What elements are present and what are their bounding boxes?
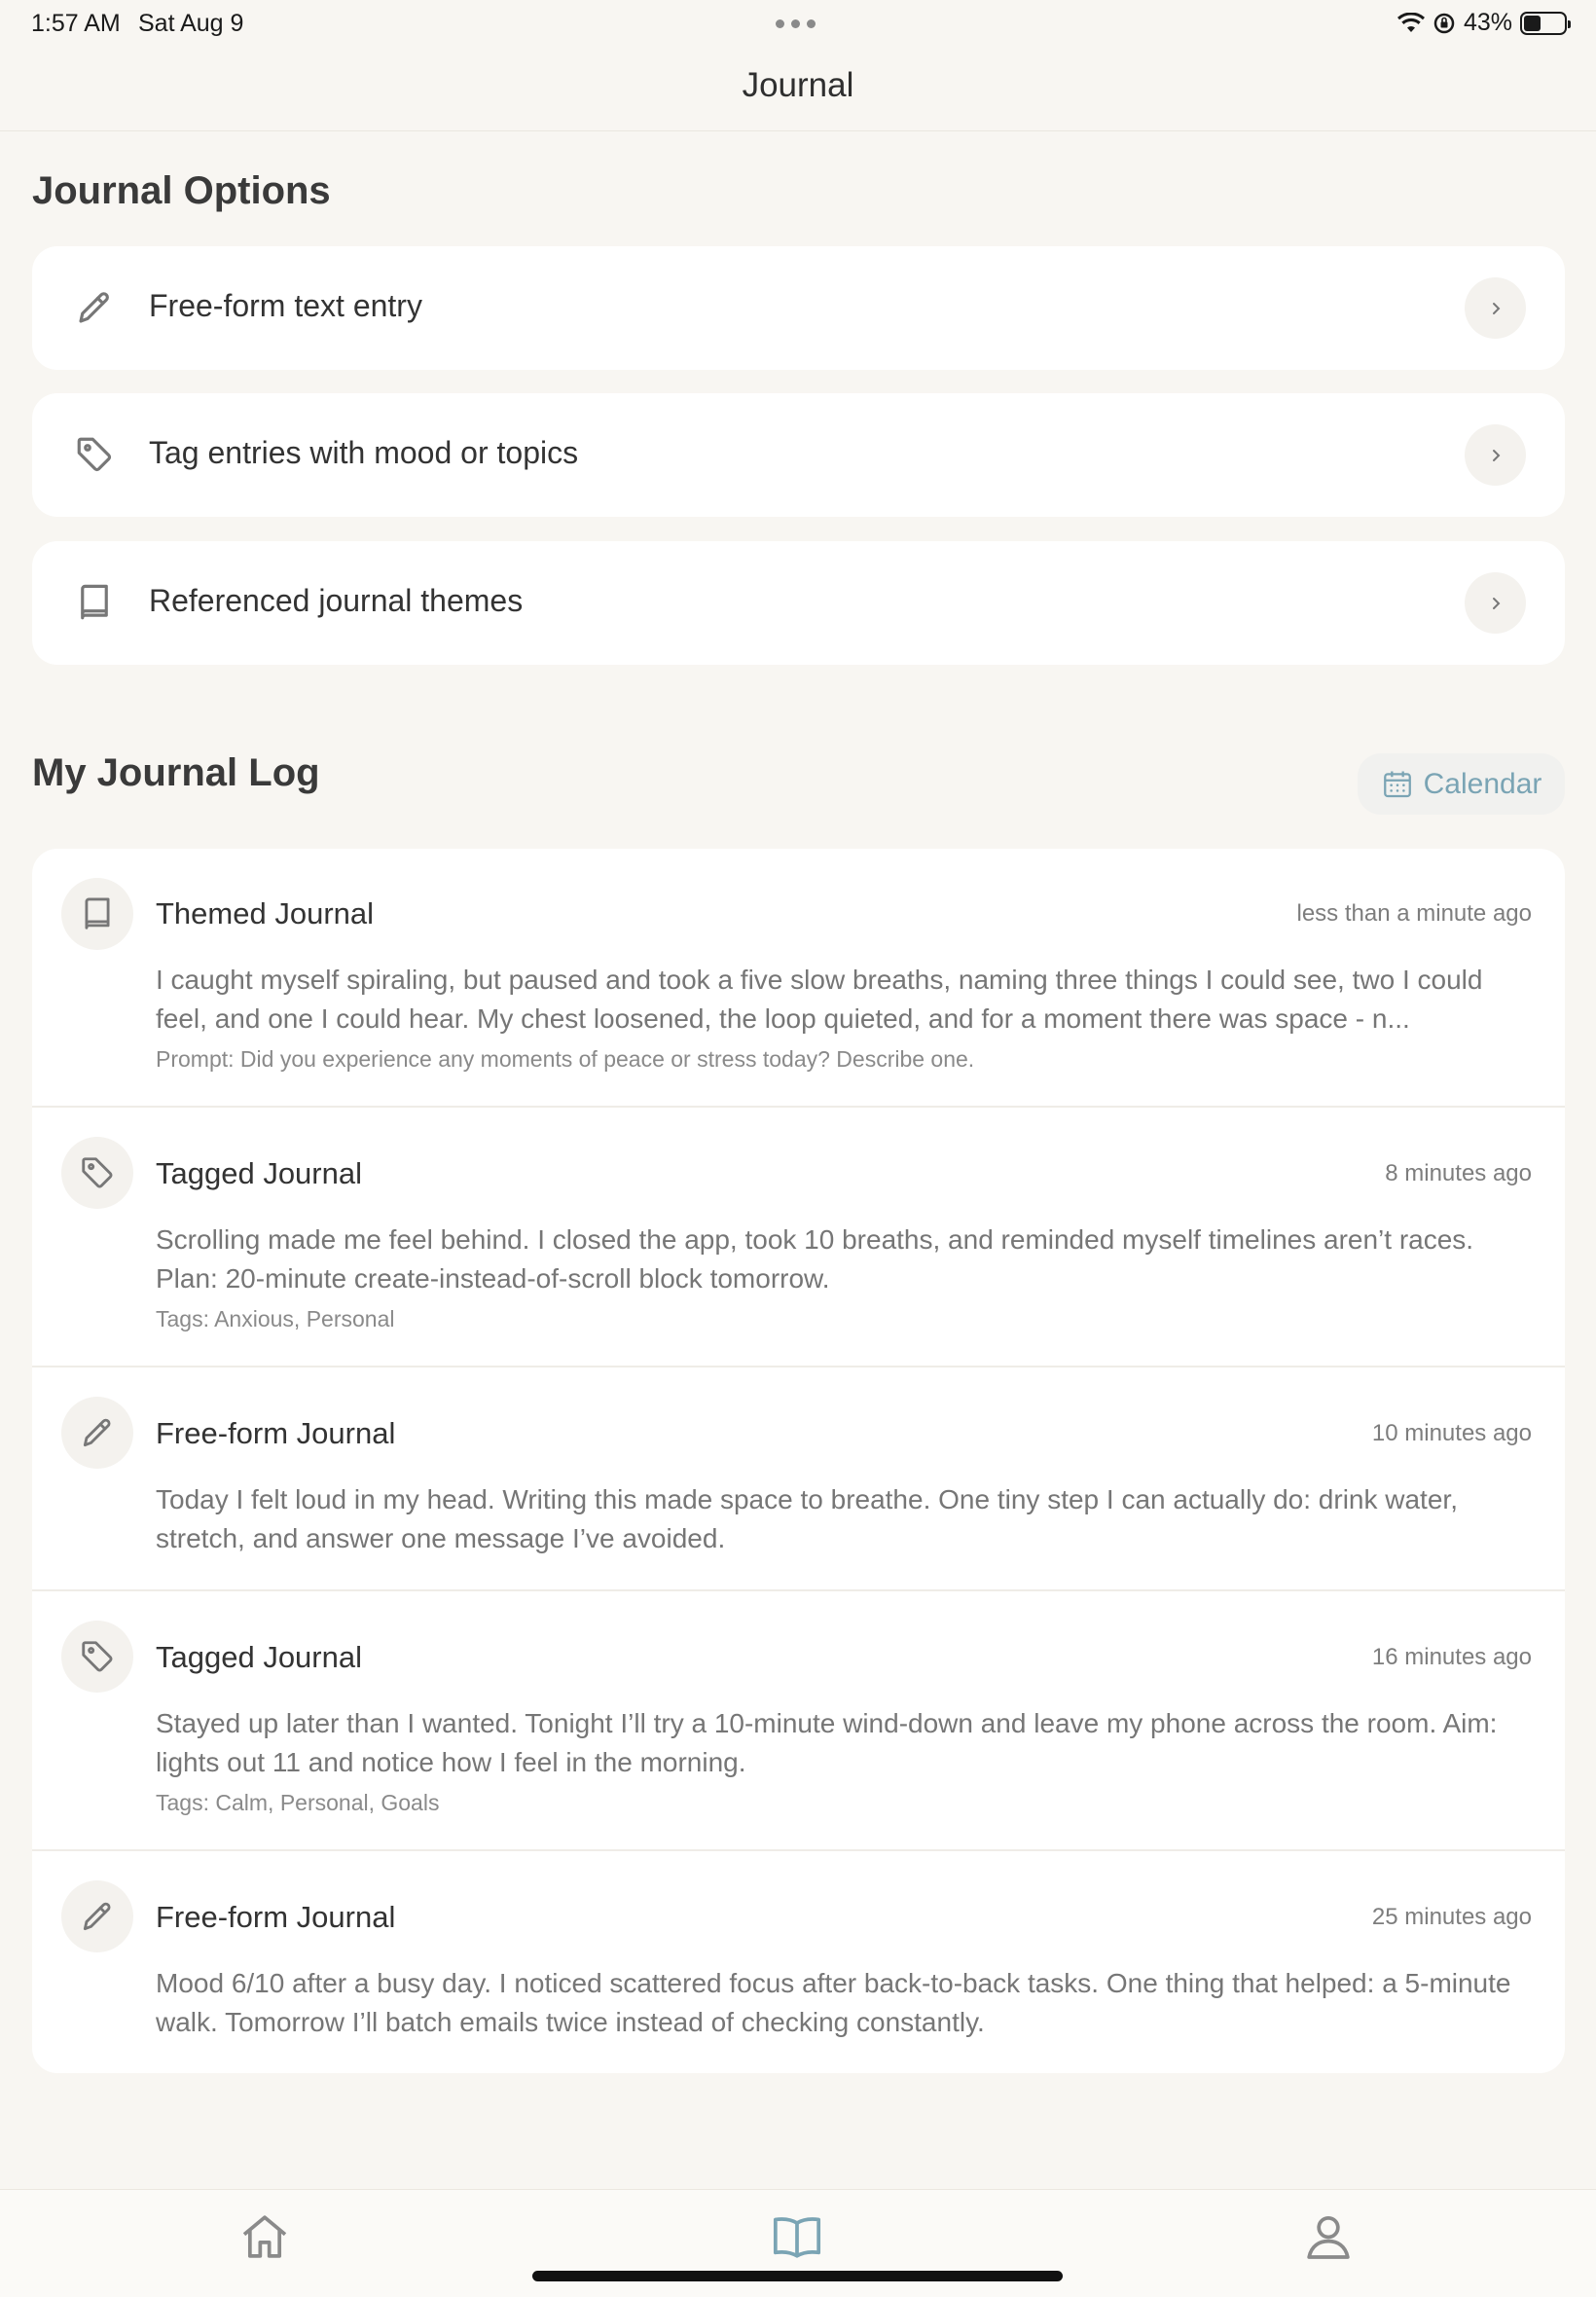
- entry-icon-badge: [61, 1880, 133, 1952]
- entry-tags: Tags: Anxious, Personal: [156, 1306, 395, 1331]
- entry-icon-badge: [61, 1137, 133, 1209]
- battery-icon: [1520, 11, 1571, 35]
- list-item[interactable]: Free-form Journal 10 minutes ago Today I…: [32, 1367, 1565, 1591]
- list-item[interactable]: Themed Journal less than a minute ago I …: [32, 849, 1565, 1108]
- status-time: 1:57 AM: [31, 10, 121, 37]
- calendar-label: Calendar: [1423, 767, 1542, 800]
- entry-text: I caught myself spiraling, but paused an…: [156, 965, 1483, 1034]
- home-icon: [242, 2215, 287, 2258]
- tag-icon: [82, 1641, 113, 1672]
- list-item[interactable]: Free-form Journal 25 minutes ago Mood 6/…: [32, 1851, 1565, 2073]
- entry-prompt: Prompt: Did you experience any moments o…: [156, 1046, 975, 1072]
- entry-title: Free-form Journal: [156, 1900, 396, 1934]
- option-label: Tag entries with mood or topics: [149, 435, 579, 470]
- calendar-button[interactable]: Calendar: [1358, 753, 1565, 815]
- entry-tags: Tags: Calm, Personal, Goals: [156, 1790, 440, 1815]
- pencil-icon: [83, 1418, 111, 1447]
- entry-timestamp: less than a minute ago: [1296, 900, 1533, 927]
- entry-text: Today I felt loud in my head. Writing th…: [156, 1484, 1458, 1553]
- pencil-icon: [83, 1902, 111, 1931]
- entry-timestamp: 25 minutes ago: [1371, 1904, 1532, 1930]
- entry-icon-badge: [61, 1397, 133, 1469]
- battery-percent: 43%: [1463, 9, 1512, 36]
- journal-options-heading: Journal Options: [32, 169, 331, 212]
- status-bar: 1:57 AM Sat Aug 9 43%: [0, 0, 1596, 45]
- entry-title: Free-form Journal: [156, 1416, 396, 1450]
- entry-title: Themed Journal: [156, 896, 375, 930]
- option-free-form-text-entry[interactable]: Free-form text entry: [32, 246, 1565, 370]
- orientation-lock-icon: [1433, 13, 1455, 33]
- entry-timestamp: 8 minutes ago: [1385, 1160, 1532, 1186]
- entry-icon-badge: [61, 1621, 133, 1693]
- profile-icon: [1307, 2216, 1350, 2259]
- tab-home[interactable]: [237, 2209, 292, 2264]
- entry-timestamp: 16 minutes ago: [1371, 1644, 1532, 1670]
- entry-icon-badge: [61, 878, 133, 950]
- entry-text: Mood 6/10 after a busy day. I noticed sc…: [156, 1968, 1511, 2037]
- calendar-icon: [1383, 771, 1411, 797]
- multitasking-dots-icon[interactable]: [776, 19, 816, 28]
- chevron-right-button[interactable]: [1465, 277, 1526, 339]
- option-label: Free-form text entry: [149, 288, 422, 323]
- tag-icon: [82, 1157, 113, 1188]
- tab-profile[interactable]: [1301, 2209, 1356, 2264]
- entry-text: Stayed up later than I wanted. Tonight I…: [156, 1708, 1498, 1777]
- entry-timestamp: 10 minutes ago: [1371, 1420, 1532, 1446]
- chevron-right-icon: [1492, 302, 1500, 314]
- open-book-icon: [773, 2217, 821, 2258]
- page-title: Journal: [742, 66, 854, 104]
- entry-text: Scrolling made me feel behind. I closed …: [156, 1224, 1474, 1294]
- list-item[interactable]: Tagged Journal 16 minutes ago Stayed up …: [32, 1591, 1565, 1851]
- navigation-bar: Journal: [0, 45, 1596, 131]
- book-icon: [81, 584, 108, 620]
- battery-level-fill: [1524, 15, 1542, 31]
- status-date: Sat Aug 9: [138, 10, 244, 37]
- tab-journal[interactable]: [770, 2209, 824, 2264]
- wifi-icon: [1396, 12, 1425, 32]
- chevron-right-button[interactable]: [1465, 572, 1526, 634]
- option-label: Referenced journal themes: [149, 583, 524, 618]
- journal-screen: 1:57 AM Sat Aug 9 43% Journal Journal Op…: [0, 0, 1596, 2297]
- chevron-right-icon: [1492, 597, 1500, 609]
- book-icon: [85, 897, 110, 930]
- chevron-right-button[interactable]: [1465, 424, 1526, 486]
- option-tag-entries[interactable]: Tag entries with mood or topics: [32, 393, 1565, 517]
- entry-title: Tagged Journal: [156, 1640, 362, 1674]
- home-indicator[interactable]: [532, 2271, 1063, 2281]
- chevron-right-icon: [1492, 449, 1500, 461]
- journal-log-list: Themed Journal less than a minute ago I …: [32, 849, 1565, 2073]
- status-indicators: 43%: [1396, 9, 1571, 37]
- option-referenced-journal-themes[interactable]: Referenced journal themes: [32, 541, 1565, 665]
- list-item[interactable]: Tagged Journal 8 minutes ago Scrolling m…: [32, 1108, 1565, 1367]
- entry-title: Tagged Journal: [156, 1156, 362, 1190]
- pencil-icon: [79, 292, 109, 323]
- tag-icon: [77, 437, 112, 472]
- journal-log-heading: My Journal Log: [32, 751, 320, 794]
